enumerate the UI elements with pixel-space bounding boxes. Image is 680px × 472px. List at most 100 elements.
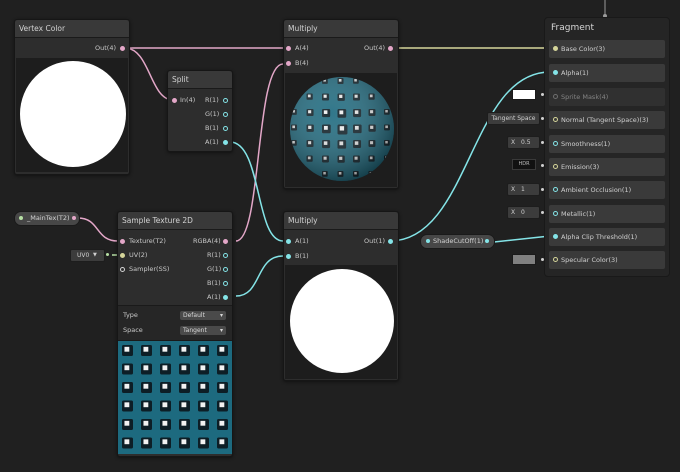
fragment-row-normal[interactable]: Normal (Tangent Space)(3) [549,111,665,129]
multiply-top-node[interactable]: Multiply A(4) B(4) Out(4) [283,19,399,189]
vertex-color-out-port[interactable] [120,46,125,51]
sample-texture-title: Sample Texture 2D [118,212,232,230]
smoothness-port[interactable] [553,141,558,146]
sprite-mask-swatch[interactable] [512,89,536,100]
wire-sample-a-multiply-b [235,255,284,297]
split-node[interactable]: Split In(4) R(1) G(1) B(1) A(1) [167,70,233,152]
sample-texture-sampler-port[interactable] [120,267,125,272]
type-dropdown[interactable]: Default ▾ [180,311,226,320]
uv-select-connector [106,253,109,256]
ambient-occlusion-field[interactable]: X 1 [507,183,540,196]
fragment-row-emission[interactable]: Emission(3) [549,158,665,176]
chevron-down-icon: ▾ [219,312,223,319]
fragment-row-specular[interactable]: Specular Color(3) [549,251,665,269]
sprite-mask-port[interactable] [553,94,558,99]
tangent-space-field[interactable]: Tangent Space [487,112,540,125]
multiply-top-a-port[interactable] [286,46,291,51]
space-dropdown[interactable]: Tangent ▾ [180,326,226,335]
split-g-port[interactable] [223,112,228,117]
sample-texture-b-port[interactable] [223,281,228,286]
metallic-port[interactable] [553,211,558,216]
split-g-label: G(1) [205,110,220,118]
smoothness-field[interactable]: X 0.5 [507,136,540,149]
uv-select[interactable]: UV0 ▼ [70,249,105,262]
maintex-label: _MainTex(T2) [27,214,70,222]
tangent-space-value: Tangent Space [491,115,536,122]
fragment-row-alpha-clip[interactable]: Alpha Clip Threshold(1) [549,228,665,246]
specular-color-swatch[interactable] [512,254,536,265]
ao-value: 1 [521,186,525,193]
split-a-port[interactable] [223,140,228,145]
chevron-down-icon: ▾ [219,327,223,334]
textured-sphere-image [290,77,394,181]
type-dropdown-value: Default [183,312,205,319]
multiply-bottom-b-port[interactable] [286,254,291,259]
multiply-top-b-port[interactable] [286,61,291,66]
wire-shadecutoff-alphaclip [493,235,551,243]
multiply-top-out-port[interactable] [388,46,393,51]
multiply-bottom-a-port[interactable] [286,239,291,244]
fragment-row-metallic[interactable]: Metallic(1) [549,205,665,223]
wire-split-a-multiply-a [229,141,284,242]
shadecutoff-label: ShadeCutOff(1) [433,237,484,245]
multiply-bottom-preview [285,265,397,379]
sample-texture-rgba-port[interactable] [223,239,228,244]
sample-texture-a-label: A(1) [207,293,221,301]
specular-port[interactable] [553,257,558,262]
alpha-label: Alpha(1) [561,69,589,77]
fragment-row-base-color[interactable]: Base Color(3) [549,40,665,58]
fragment-block[interactable]: Fragment Base Color(3) Alpha(1) Sprite M… [544,17,670,277]
fragment-row-alpha[interactable]: Alpha(1) [549,64,665,82]
metallic-axis: X [511,209,516,216]
ambient-occlusion-label: Ambient Occlusion(1) [561,186,632,194]
sample-texture-node[interactable]: Sample Texture 2D Texture(T2) UV(2) Samp… [117,211,233,457]
sample-texture-r-port[interactable] [223,253,228,258]
alpha-port[interactable] [553,70,558,75]
sprite-mask-label: Sprite Mask(4) [561,93,609,101]
shadecutoff-out-port[interactable] [485,239,489,243]
fragment-row-smoothness[interactable]: Smoothness(1) [549,135,665,153]
emission-label: Emission(3) [561,163,600,171]
split-b-port[interactable] [223,126,228,131]
smoothness-label: Smoothness(1) [561,140,611,148]
alpha-clip-port[interactable] [553,234,558,239]
shadecutoff-property[interactable]: ShadeCutOff(1) [420,234,495,249]
maintex-property[interactable]: _MainTex(T2) [14,211,80,226]
normal-label: Normal (Tangent Space)(3) [561,116,649,124]
fragment-title: Fragment [551,23,594,33]
normal-port[interactable] [553,117,558,122]
multiply-bottom-node[interactable]: Multiply A(1) B(1) Out(1) [283,211,399,381]
maintex-out-port[interactable] [72,216,76,220]
metallic-field[interactable]: X 0 [507,206,540,219]
base-color-port[interactable] [553,46,558,51]
space-dropdown-value: Tangent [183,327,207,334]
uv-select-value: UV0 [77,252,90,259]
multiply-top-preview [285,73,397,187]
multiply-bottom-out-label: Out(1) [364,237,385,245]
multiply-bottom-b-label: B(1) [295,252,309,260]
split-r-port[interactable] [223,98,228,103]
emission-port[interactable] [553,164,558,169]
sample-texture-uv-port[interactable] [120,253,125,258]
split-r-label: R(1) [205,96,219,104]
emission-hdr-swatch[interactable]: HDR [512,159,536,170]
sample-texture-rgba-label: RGBA(4) [193,237,221,245]
ambient-occlusion-port[interactable] [553,187,558,192]
smoothness-value: 0.5 [521,139,531,146]
sample-texture-a-port[interactable] [223,295,228,300]
split-in-port[interactable] [172,98,177,103]
metallic-label: Metallic(1) [561,210,596,218]
maintex-left-dot [19,216,23,220]
vertex-color-node[interactable]: Vertex Color Out(4) [14,19,130,175]
sample-texture-b-label: B(1) [207,279,221,287]
sample-texture-preview [118,341,232,454]
shadecutoff-left-dot [426,239,430,243]
type-label: Type [123,311,138,319]
fragment-row-sprite-mask[interactable]: Sprite Mask(4) [549,88,665,106]
sample-texture-texture-port[interactable] [120,239,125,244]
split-a-label: A(1) [205,138,219,146]
sample-texture-uv-label: UV(2) [129,251,148,259]
sample-texture-g-port[interactable] [223,267,228,272]
multiply-bottom-out-port[interactable] [388,239,393,244]
fragment-row-ambient-occlusion[interactable]: Ambient Occlusion(1) [549,181,665,199]
